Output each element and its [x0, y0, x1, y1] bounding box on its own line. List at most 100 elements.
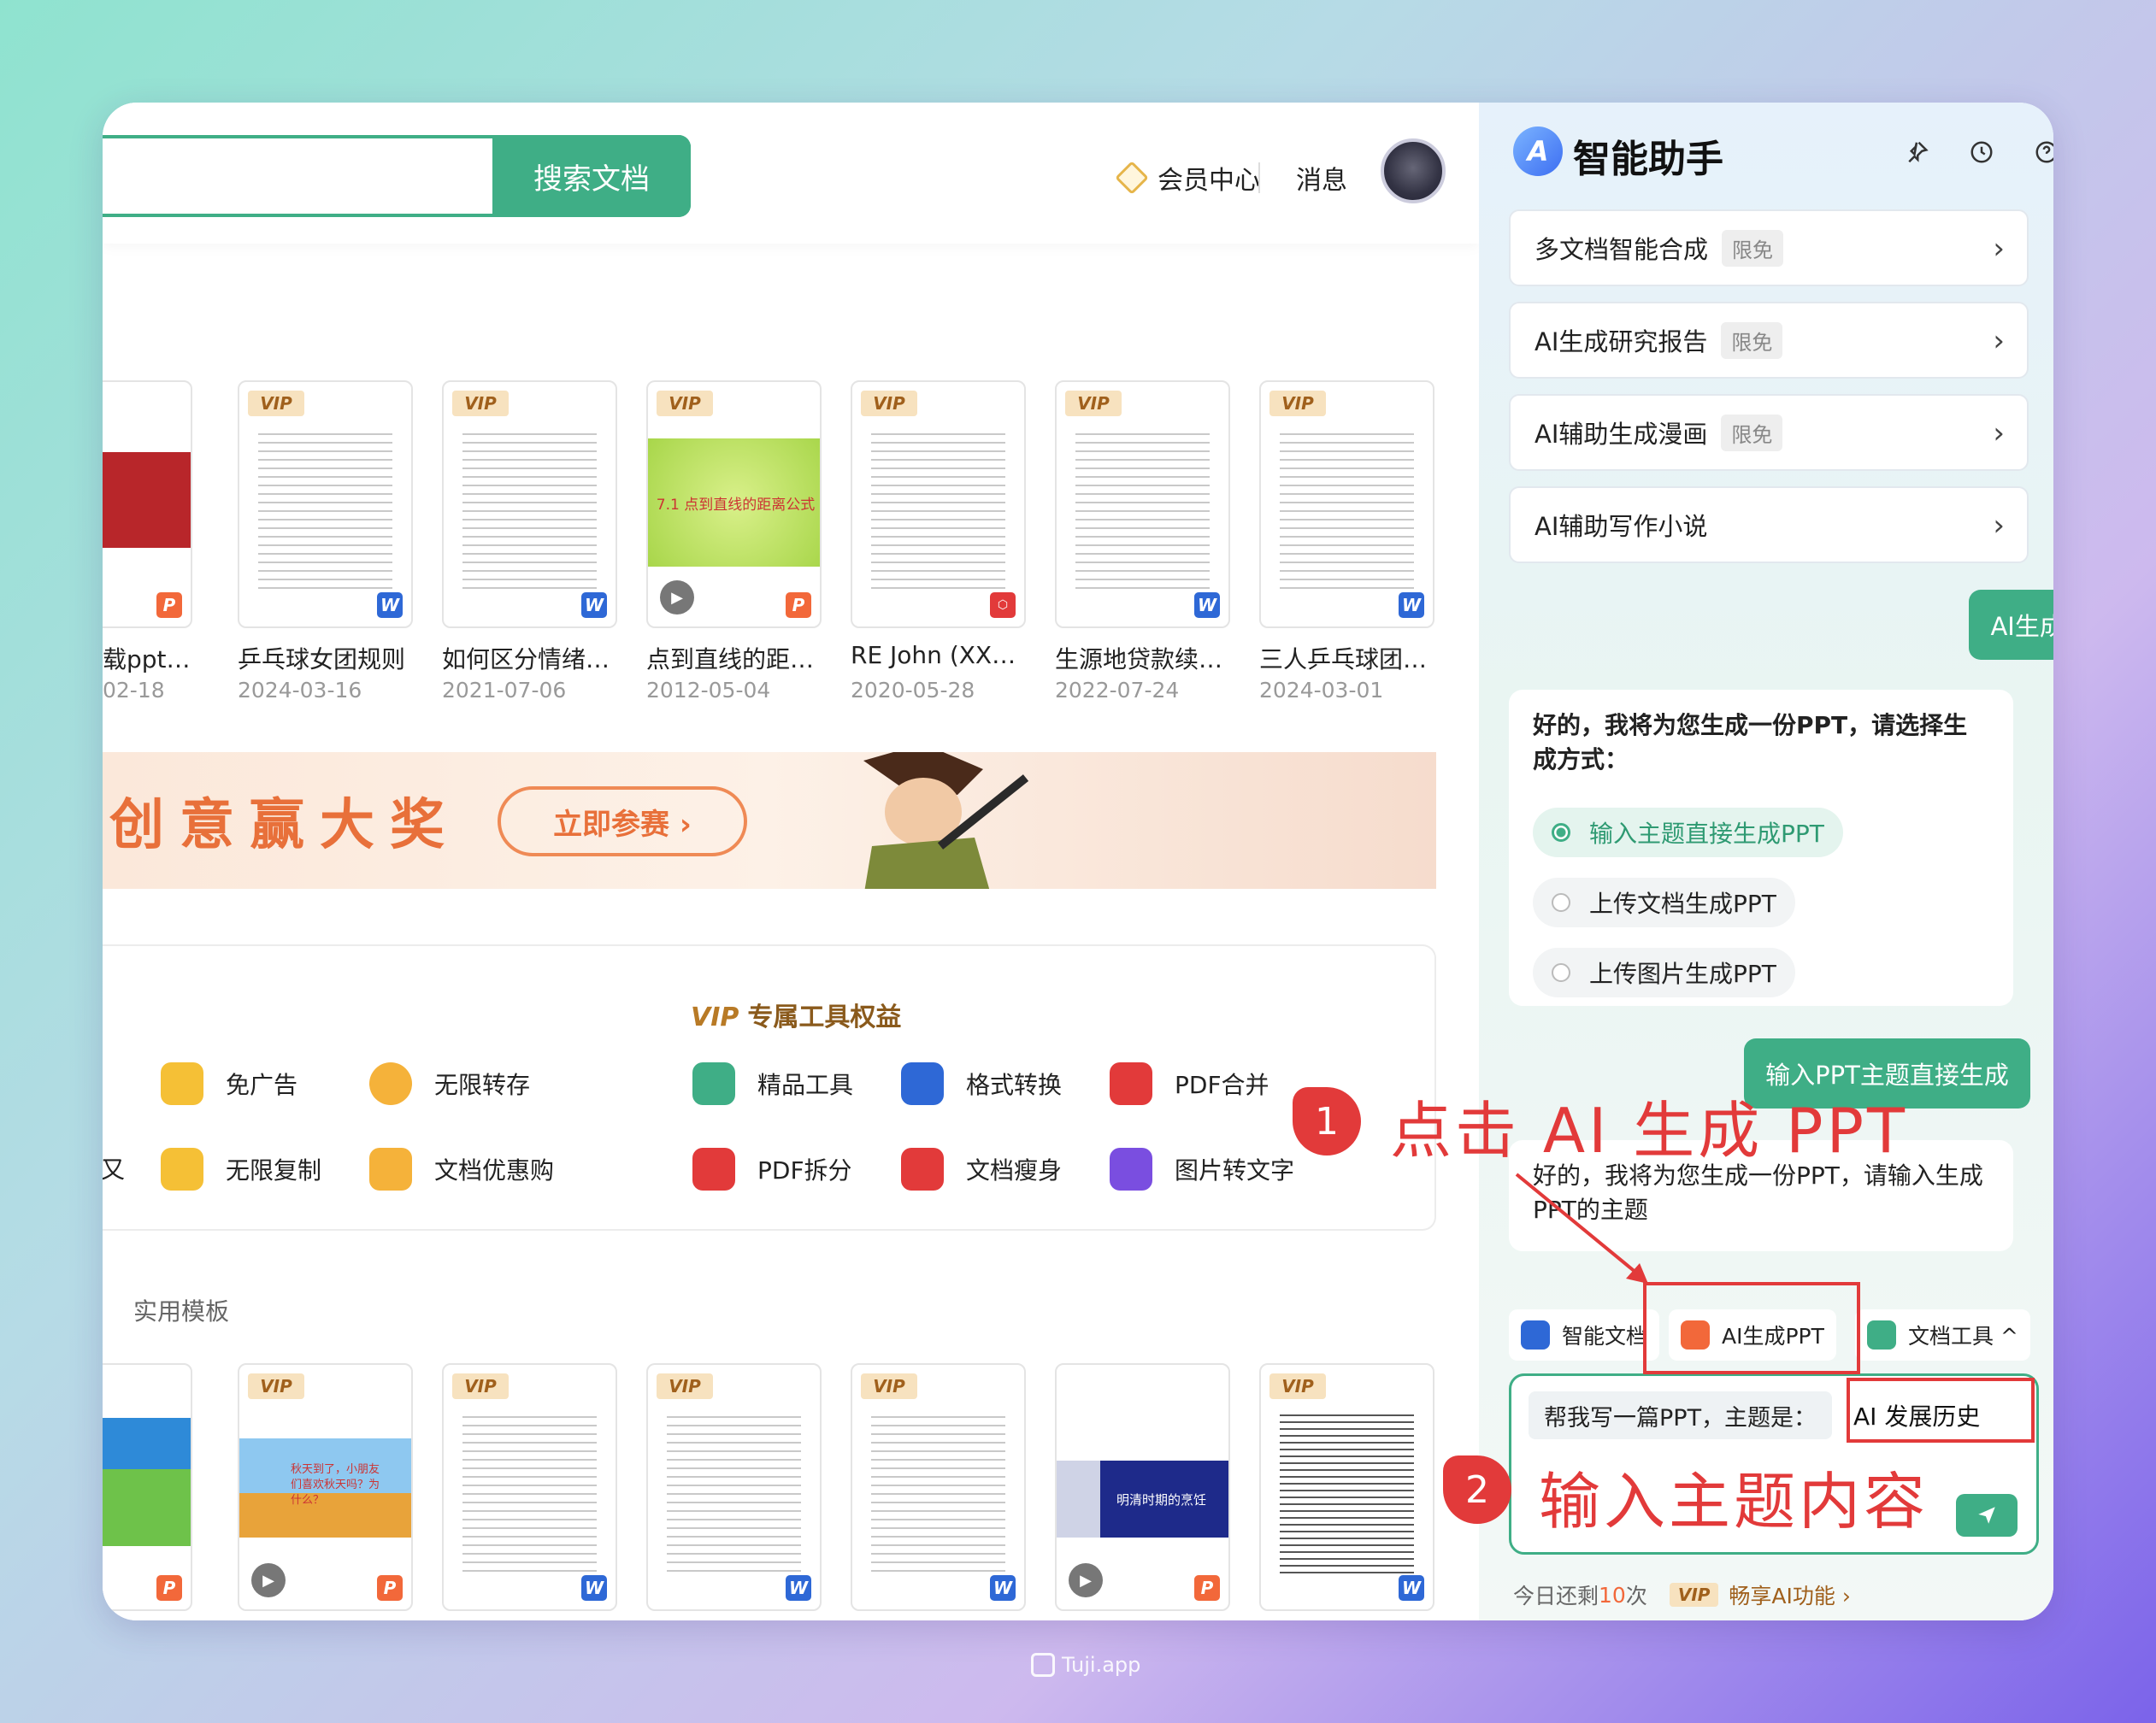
highlight-ai-ppt-box	[1643, 1282, 1860, 1374]
vip-badge: VIP	[452, 1373, 509, 1399]
feature-label: 多文档智能合成	[1535, 235, 1709, 264]
doc-title[interactable]: 生源地贷款续…	[1055, 641, 1239, 675]
template-card[interactable]: VIP W	[1259, 1363, 1434, 1611]
doc-date: 2024-03-16	[238, 678, 362, 703]
vip-badge: VIP	[1269, 1373, 1326, 1399]
vip-tools-heading: 专属工具权益	[747, 1003, 902, 1032]
quick-tool-doc-tools[interactable]: 文档工具 ^	[1855, 1309, 2030, 1361]
quota-prefix: 今日还剩	[1513, 1584, 1599, 1608]
doc-card[interactable]: VIP W	[442, 380, 617, 628]
save-icon	[369, 1062, 412, 1105]
doc-card[interactable]: VIP 7.1 点到直线的距离公式 ▶ P	[646, 380, 822, 628]
w-badge-icon: W	[990, 1575, 1016, 1601]
option-label: 上传图片生成PPT	[1589, 960, 1776, 988]
bot-message-text: 好的，我将为您生成一份PPT，请选择生成方式：	[1533, 711, 1968, 773]
option-upload-image[interactable]: 上传图片生成PPT	[1533, 948, 1795, 997]
promo-banner[interactable]: 创意赢大奖 立即参赛 ›	[103, 752, 1436, 889]
feature-label: AI辅助写作小说	[1535, 512, 1708, 541]
tool-unlimited-copy[interactable]: 无限复制	[161, 1148, 321, 1191]
vip-center-link[interactable]: 会员中心	[1115, 154, 1260, 202]
diamond-icon	[1115, 161, 1149, 195]
template-thumbnail: 明清时期的烹饪	[1057, 1461, 1228, 1538]
pdf-badge-icon: ⬡	[990, 592, 1016, 618]
doc-date: 2020-05-28	[851, 678, 975, 703]
quick-tool-smart-doc[interactable]: 智能文档	[1509, 1309, 1660, 1361]
doc-title[interactable]: RE John (XX…	[851, 641, 1034, 669]
pdf-merge-icon	[1110, 1062, 1152, 1105]
tool-label: 无限转存	[434, 1071, 531, 1099]
doc-tools-icon	[1867, 1320, 1896, 1350]
tool-label: 无限复制	[226, 1156, 322, 1185]
doc-title[interactable]: 三人乒乓球团…	[1259, 641, 1443, 675]
search-button[interactable]: 搜索文档	[492, 135, 691, 217]
avatar[interactable]	[1381, 138, 1446, 203]
doc-card[interactable]: P	[103, 380, 192, 628]
tool-pdf-merge[interactable]: PDF合并	[1110, 1062, 1269, 1105]
play-icon[interactable]: ▶	[1069, 1563, 1103, 1597]
template-thumbnail	[1280, 1409, 1414, 1575]
user-message: AI生成PPT	[1969, 590, 2053, 660]
tool-doc-discount[interactable]: 文档优惠购	[369, 1148, 554, 1191]
tool-edge-label: 又	[103, 1156, 126, 1184]
tool-label: 格式转换	[966, 1071, 1063, 1099]
template-card[interactable]: VIP 秋天到了，小朋友们喜欢秋天吗？为什么？ ▶ P	[238, 1363, 413, 1611]
tool-unlimited-save[interactable]: 无限转存	[369, 1062, 530, 1105]
feature-ai-novel[interactable]: AI辅助写作小说 ›	[1509, 486, 2029, 563]
doc-title[interactable]: 乒乓球女团规则	[238, 641, 421, 675]
doc-thumbnail	[103, 452, 191, 548]
feature-label: AI辅助生成漫画	[1535, 420, 1708, 449]
annotation-arrow	[1515, 1173, 1648, 1284]
doc-title[interactable]: 如何区分情绪…	[442, 641, 626, 675]
option-upload-doc[interactable]: 上传文档生成PPT	[1533, 878, 1795, 927]
template-card[interactable]: VIP W	[646, 1363, 822, 1611]
chevron-right-icon: ›	[1993, 232, 2005, 266]
vip-badge: VIP	[1669, 1583, 1719, 1607]
tool-label: 文档优惠购	[434, 1156, 555, 1185]
assistant-title: 智能助手	[1573, 138, 1723, 181]
doc-card[interactable]: VIP W	[1259, 380, 1434, 628]
w-badge-icon: W	[1399, 592, 1424, 618]
doc-title[interactable]: 点到直线的距…	[646, 641, 830, 675]
doc-date: 2022-07-24	[1055, 678, 1180, 703]
enjoy-ai-link[interactable]: 畅享AI功能 ›	[1729, 1579, 1850, 1610]
w-badge-icon: W	[786, 1575, 811, 1601]
messages-link[interactable]: 消息	[1296, 154, 1347, 202]
doc-card[interactable]: VIP W	[1055, 380, 1230, 628]
chevron-right-icon: ›	[1993, 416, 2005, 450]
quick-tool-label: 文档工具 ^	[1908, 1324, 2018, 1349]
tool-label: 图片转文字	[1175, 1156, 1295, 1185]
send-button[interactable]	[1956, 1494, 2018, 1537]
watermark: Tuji.app	[1031, 1653, 1140, 1677]
doc-thumbnail	[1075, 426, 1210, 592]
divider	[1258, 162, 1260, 193]
feature-ai-research-report[interactable]: AI生成研究报告 限免 ›	[1509, 302, 2029, 379]
watermark-text: Tuji.app	[1062, 1653, 1141, 1677]
play-icon[interactable]: ▶	[251, 1563, 286, 1597]
play-icon[interactable]: ▶	[660, 580, 694, 615]
option-topic-generate[interactable]: 输入主题直接生成PPT	[1533, 808, 1843, 857]
p-badge-icon: P	[156, 1575, 182, 1601]
tool-pdf-split[interactable]: PDF拆分	[692, 1148, 852, 1191]
help-icon[interactable]	[2028, 133, 2053, 171]
template-card[interactable]: VIP W	[442, 1363, 617, 1611]
tool-image-to-text[interactable]: 图片转文字	[1110, 1148, 1294, 1191]
feature-multi-doc-synthesis[interactable]: 多文档智能合成 限免 ›	[1509, 209, 2029, 286]
p-badge-icon: P	[156, 592, 182, 618]
tool-premium-tools[interactable]: 精品工具	[692, 1062, 853, 1105]
template-card[interactable]: P	[103, 1363, 192, 1611]
template-card[interactable]: 明清时期的烹饪 ▶ P	[1055, 1363, 1230, 1611]
tool-doc-compress[interactable]: 文档瘦身	[901, 1148, 1062, 1191]
doc-card[interactable]: VIP ⬡	[851, 380, 1026, 628]
template-card[interactable]: VIP W	[851, 1363, 1026, 1611]
banner-join-button[interactable]: 立即参赛 ›	[498, 786, 747, 856]
feature-label: AI生成研究报告	[1535, 327, 1708, 356]
pin-icon[interactable]	[1898, 133, 1935, 171]
option-label: 输入主题直接生成PPT	[1589, 820, 1824, 848]
doc-card[interactable]: VIP W	[238, 380, 413, 628]
feature-ai-comic[interactable]: AI辅助生成漫画 限免 ›	[1509, 394, 2029, 471]
main-content: 搜索文档 会员中心 消息 P VIP W VIP W VIP 7.1 点到直线的…	[103, 103, 1479, 1620]
tool-no-ads[interactable]: 免广告	[161, 1062, 297, 1105]
app-window: 搜索文档 会员中心 消息 P VIP W VIP W VIP 7.1 点到直线的…	[103, 103, 2053, 1620]
history-icon[interactable]	[1963, 133, 2000, 171]
tool-format-convert[interactable]: 格式转换	[901, 1062, 1062, 1105]
